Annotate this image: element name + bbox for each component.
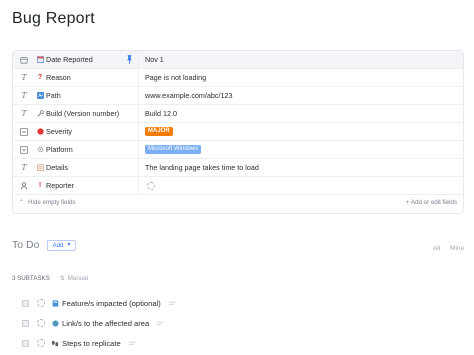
- subtask-checkbox[interactable]: [22, 319, 29, 327]
- path-icon: [35, 92, 45, 99]
- field-name-cell: T Build (Version number): [13, 105, 139, 122]
- platform-badge[interactable]: Microsoft Windows: [145, 145, 202, 154]
- subtask-item[interactable]: Link/s to the affected area: [22, 317, 165, 329]
- dropdown-type-icon: [13, 127, 35, 136]
- footprints-icon: [50, 340, 60, 347]
- field-row-path[interactable]: T Path www.example.com/abc/123: [13, 87, 463, 105]
- filter-mine-tab[interactable]: Mine: [450, 245, 464, 252]
- fields-footer: ⌃ Hide empty fields + Add or edit fields: [13, 195, 463, 210]
- sort-icon: ⇅: [59, 276, 65, 282]
- filter-all-tab[interactable]: All: [433, 245, 440, 252]
- text-type-icon: T: [21, 73, 27, 82]
- field-name-cell: T Details: [13, 159, 139, 176]
- subtask-label: Steps to replicate: [62, 338, 121, 348]
- add-label: Add: [52, 241, 64, 249]
- field-row-platform[interactable]: Platform Microsoft Windows: [13, 141, 463, 159]
- gear-icon: [35, 146, 45, 153]
- field-value-details[interactable]: The landing page takes time to load: [139, 163, 259, 172]
- subtask-count: 3 SUBTASKS: [12, 275, 50, 282]
- field-name-cell: ! Reporter: [13, 177, 139, 194]
- field-value-date[interactable]: Nov 1: [139, 55, 164, 64]
- add-button[interactable]: Add ▼: [47, 239, 77, 251]
- chevron-down-icon: ▼: [66, 242, 72, 248]
- exclamation-icon: !: [38, 182, 42, 189]
- field-row-details[interactable]: T Details The landing page takes time to…: [13, 159, 463, 177]
- question-mark-icon: ?: [37, 74, 43, 81]
- calendar-emoji-icon: [35, 56, 45, 63]
- field-label: Severity: [46, 127, 72, 136]
- field-name-cell: T ? Reason: [13, 69, 139, 86]
- field-label: Path: [46, 91, 61, 100]
- text-type-icon: T: [21, 91, 27, 100]
- wrench-icon: [35, 110, 45, 117]
- add-or-edit-fields-link[interactable]: + Add or edit fields: [406, 199, 457, 206]
- assign-user-icon[interactable]: [37, 299, 45, 307]
- field-value-reporter[interactable]: [139, 181, 155, 190]
- field-row-reporter[interactable]: ! Reporter: [13, 177, 463, 195]
- description-icon: [157, 319, 165, 328]
- field-name-cell: Severity: [13, 123, 139, 140]
- field-name-cell: T Path: [13, 87, 139, 104]
- field-label: Build (Version number): [46, 109, 120, 118]
- description-icon: [168, 299, 176, 308]
- subtask-item[interactable]: Feature/s impacted (optional): [22, 297, 176, 309]
- sort-label: Manual: [67, 275, 89, 282]
- subtask-bar: 3 SUBTASKS ⇅ Manual: [12, 275, 88, 282]
- field-value-path[interactable]: www.example.com/abc/123: [139, 91, 233, 100]
- description-icon: [128, 339, 136, 348]
- globe-icon: [50, 319, 60, 327]
- text-type-icon: T: [21, 163, 27, 172]
- severity-badge[interactable]: MAJOR: [145, 127, 173, 136]
- hide-empty-label: Hide empty fields: [28, 199, 76, 206]
- text-type-icon: T: [21, 109, 27, 118]
- page-title: Bug Report: [12, 10, 95, 27]
- field-row-date-reported[interactable]: Date Reported Nov 1: [13, 51, 463, 69]
- subtask-label: Feature/s impacted (optional): [62, 298, 161, 308]
- subtask-item[interactable]: Steps to replicate: [22, 337, 136, 349]
- field-row-severity[interactable]: Severity MAJOR: [13, 123, 463, 141]
- field-row-build[interactable]: T Build (Version number) Build 12.0: [13, 105, 463, 123]
- todo-header: To Do Add ▼: [12, 239, 77, 251]
- dropdown-type-icon: [13, 145, 35, 154]
- field-value-build[interactable]: Build 12.0: [139, 109, 177, 118]
- field-label: Platform: [46, 145, 73, 154]
- notepad-icon: [35, 164, 45, 171]
- field-value-reason[interactable]: Page is not loading: [139, 73, 206, 82]
- field-label: Reporter: [46, 181, 74, 190]
- field-row-reason[interactable]: T ? Reason Page is not loading: [13, 69, 463, 87]
- custom-fields-panel: Date Reported Nov 1 T ? Reason Page is n…: [12, 50, 464, 214]
- red-circle-icon: [35, 128, 45, 135]
- field-name-cell: Platform: [13, 141, 139, 158]
- sort-manual-toggle[interactable]: ⇅ Manual: [60, 275, 88, 282]
- subtask-label: Link/s to the affected area: [62, 318, 150, 328]
- chevron-up-icon: ⌃: [19, 200, 25, 206]
- field-value-severity[interactable]: MAJOR: [139, 127, 173, 136]
- subtask-checkbox[interactable]: [22, 339, 29, 347]
- pin-icon[interactable]: [126, 55, 134, 65]
- todo-filter-tabs: All Mine: [433, 245, 464, 252]
- todo-title: To Do: [12, 239, 40, 251]
- field-name-cell: Date Reported: [13, 51, 139, 68]
- assign-user-icon[interactable]: [37, 319, 45, 327]
- assign-user-icon[interactable]: [147, 181, 155, 190]
- calendar-icon: [13, 56, 35, 64]
- person-type-icon: [13, 181, 35, 190]
- blue-book-icon: [50, 299, 60, 307]
- field-label: Reason: [46, 73, 71, 82]
- field-label: Details: [46, 163, 68, 172]
- assign-user-icon[interactable]: [37, 339, 45, 347]
- subtask-checkbox[interactable]: [22, 299, 29, 307]
- hide-empty-fields-toggle[interactable]: ⌃ Hide empty fields: [19, 199, 76, 206]
- field-value-platform[interactable]: Microsoft Windows: [139, 145, 202, 154]
- field-label: Date Reported: [46, 55, 93, 64]
- bug-report-page: Bug Report Date Reported Nov 1 T ? Reaso…: [0, 0, 474, 355]
